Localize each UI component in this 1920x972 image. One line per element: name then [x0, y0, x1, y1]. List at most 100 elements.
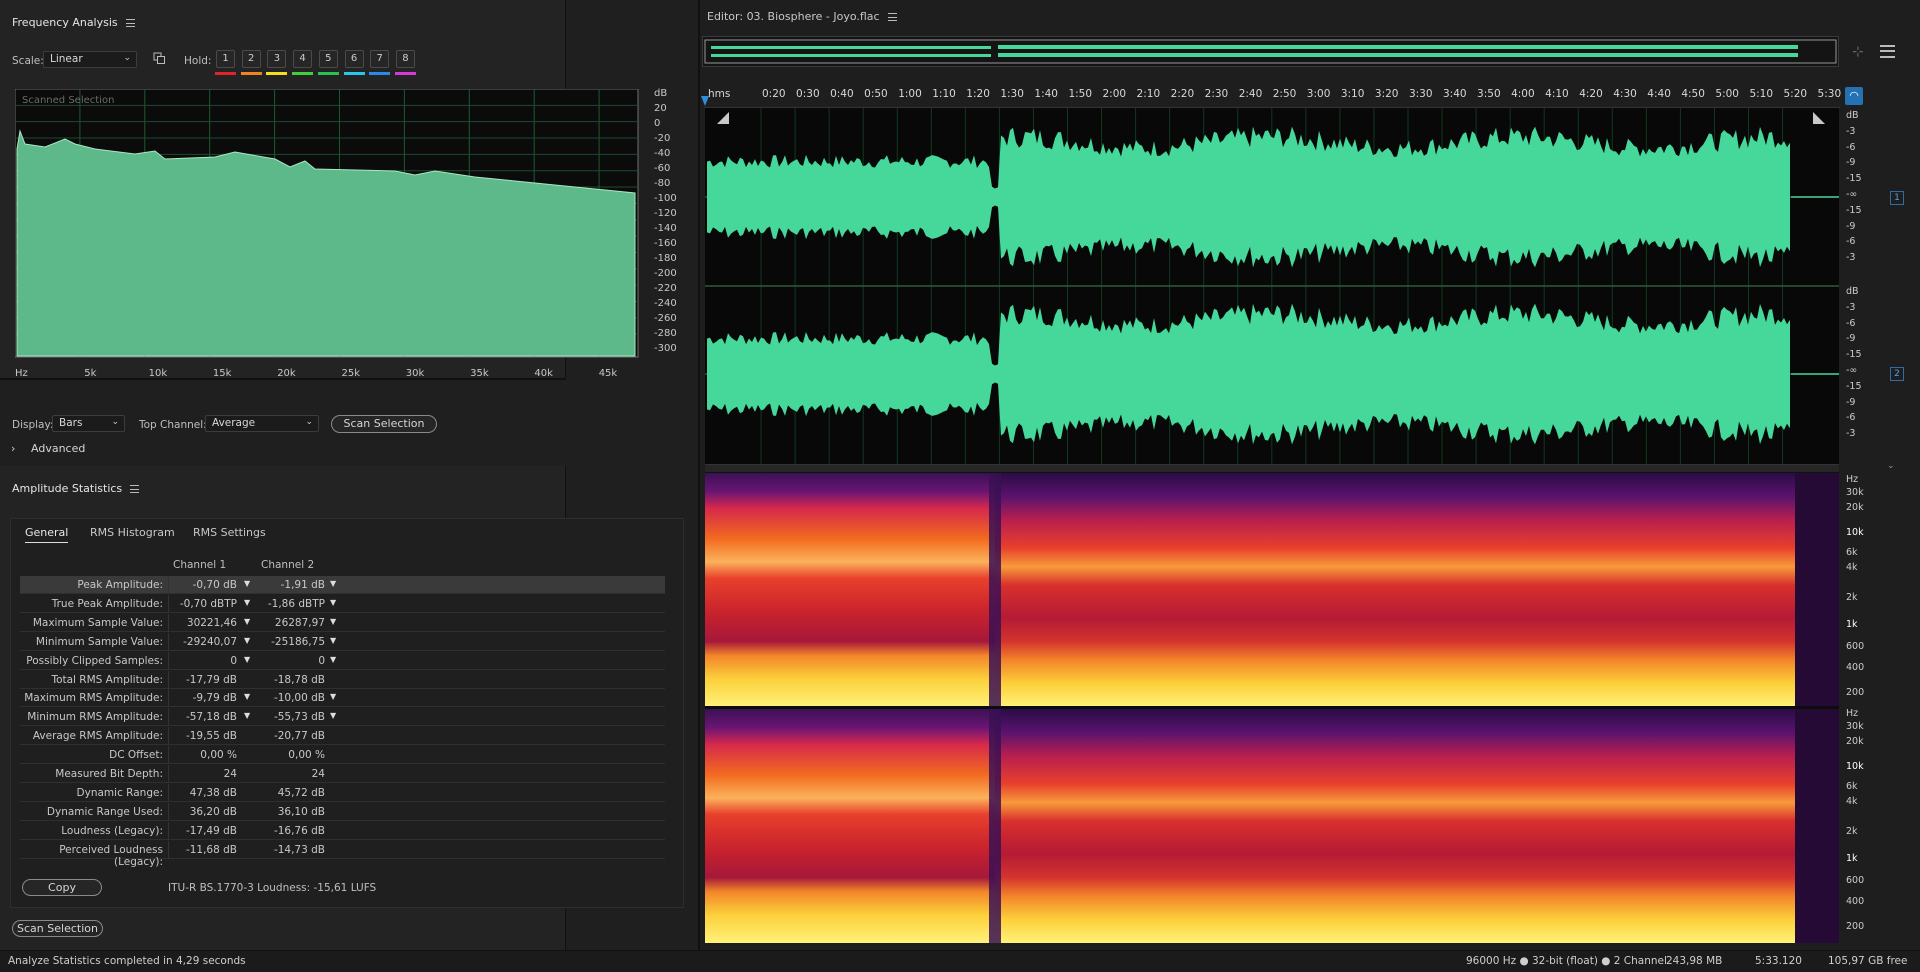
overlay-icon[interactable]: [153, 52, 166, 65]
db-scale-label: dB: [1846, 286, 1859, 297]
row-label: Possibly Clipped Samples:: [26, 654, 163, 667]
hold-label: Hold:: [184, 55, 212, 67]
view-divider-handle[interactable]: [705, 464, 1839, 473]
ruler-tick-label: 0:30: [796, 88, 820, 100]
goto-marker-icon[interactable]: ▼: [330, 579, 336, 588]
copy-button[interactable]: Copy: [22, 879, 102, 896]
hz-tick: 10k: [148, 368, 168, 379]
goto-marker-icon[interactable]: ▼: [244, 598, 250, 607]
display-label: Display:: [12, 419, 54, 431]
ruler-tick-label: 2:30: [1204, 88, 1229, 100]
channel-2-badge[interactable]: 2: [1890, 367, 1904, 381]
row-label: Perceived Loudness (Legacy):: [59, 843, 163, 868]
channel-2-value: 45,72 dB: [277, 786, 325, 799]
channel-1-value: -11,68 dB: [185, 843, 237, 856]
zoom-icon[interactable]: ⊹: [1852, 44, 1864, 60]
goto-marker-icon[interactable]: ▼: [330, 692, 336, 701]
channel-1-value: 47,38 dB: [189, 786, 237, 799]
display-value: Bars: [59, 417, 83, 429]
row-label: Loudness (Legacy):: [61, 824, 163, 837]
hold-button-8[interactable]: 8: [395, 50, 415, 68]
display-dropdown[interactable]: Bars ⌄: [52, 415, 125, 432]
panel-menu-icon[interactable]: [130, 484, 140, 493]
scale-dropdown[interactable]: Linear ⌄: [43, 51, 137, 68]
hold-button-5[interactable]: 5: [318, 50, 338, 68]
row-label: Measured Bit Depth:: [55, 768, 163, 780]
db-scale-label: -6: [1846, 141, 1856, 153]
goto-marker-icon[interactable]: ▼: [244, 617, 250, 626]
goto-marker-icon[interactable]: ▼: [244, 636, 250, 645]
channel-2-value: -18,78 dB: [273, 673, 325, 686]
db-tick: dB: [654, 88, 668, 99]
hold-button-7[interactable]: 7: [370, 50, 390, 68]
goto-marker-icon[interactable]: ▼: [330, 598, 336, 607]
editor-header: Editor: 03. Biosphere - Joyo.flac: [707, 10, 897, 23]
goto-marker-icon[interactable]: ▼: [330, 636, 336, 645]
scan-selection-button[interactable]: Scan Selection: [331, 415, 437, 433]
headphones-icon[interactable]: ◠: [1845, 87, 1863, 105]
channel-1-value: -0,70 dBTP: [179, 597, 237, 610]
hz-scale-label: 2k: [1846, 592, 1858, 603]
channel-1-badge[interactable]: 1: [1890, 191, 1904, 205]
row-label: True Peak Amplitude:: [51, 597, 163, 610]
hz-scale-label: 400: [1846, 662, 1865, 673]
db-tick: -200: [654, 268, 677, 279]
goto-marker-icon[interactable]: ▼: [330, 617, 336, 626]
hold-button-2[interactable]: 2: [241, 50, 261, 68]
tab-rms-histogram[interactable]: RMS Histogram: [90, 526, 175, 539]
collapse-icon[interactable]: ⌄: [1887, 461, 1895, 471]
db-scale-label: -15: [1846, 204, 1862, 216]
db-tick: -80: [654, 178, 671, 189]
channel-2-value: 26287,97: [274, 616, 325, 629]
ruler-tick-label: 5:20: [1783, 88, 1808, 100]
panel-title: Amplitude Statistics: [12, 482, 123, 495]
db-scale-label: -15: [1846, 380, 1862, 392]
waveform-area[interactable]: [705, 108, 1839, 464]
chevron-right-icon[interactable]: ›: [11, 442, 15, 455]
goto-marker-icon[interactable]: ▼: [244, 655, 250, 664]
channel-1-value: -57,18 dB: [185, 711, 237, 724]
ruler-tick-label: 2:00: [1102, 88, 1127, 100]
hold-button-3[interactable]: 3: [267, 50, 287, 68]
ruler-tick-label: 3:10: [1340, 88, 1365, 100]
ruler-tick-label: 0:20: [762, 88, 786, 100]
goto-marker-icon[interactable]: ▼: [244, 692, 250, 701]
hold-button-1[interactable]: 1: [216, 50, 235, 68]
row-label: Maximum Sample Value:: [32, 616, 163, 629]
top-channel-dropdown[interactable]: Average ⌄: [205, 415, 319, 432]
status-duration: 5:33.120: [1755, 955, 1802, 967]
db-scale-label: -3: [1846, 252, 1856, 264]
hold-color-1: [215, 72, 236, 75]
channel-1-value: 36,20 dB: [189, 805, 237, 818]
overview-bar[interactable]: [702, 36, 1839, 67]
lufs-readout: ITU-R BS.1770-3 Loudness: -15,61 LUFS: [168, 882, 377, 894]
panel-menu-icon[interactable]: [125, 18, 135, 27]
hz-tick: 5k: [84, 368, 97, 379]
hold-button-6[interactable]: 6: [344, 50, 364, 68]
advanced-toggle[interactable]: Advanced: [31, 442, 85, 455]
spectral-display[interactable]: [705, 473, 1839, 943]
hz-scale-label: 4k: [1846, 796, 1858, 807]
list-view-icon[interactable]: [1880, 45, 1895, 58]
channel-2-value: -55,73 dB: [273, 711, 325, 724]
goto-marker-icon[interactable]: ▼: [244, 711, 250, 720]
ruler-tick-label: 2:50: [1272, 88, 1297, 100]
goto-marker-icon[interactable]: ▼: [330, 655, 336, 664]
ruler-tick-label: hms: [708, 88, 731, 100]
amp-scan-selection-button[interactable]: Scan Selection: [12, 920, 103, 937]
hz-scale-label: 200: [1846, 687, 1865, 698]
hold-color-8: [394, 72, 416, 75]
hold-button-4[interactable]: 4: [293, 50, 313, 68]
goto-marker-icon[interactable]: ▼: [244, 579, 250, 588]
panel-menu-icon[interactable]: [887, 12, 897, 21]
ruler-tick-label: 5:00: [1715, 88, 1739, 100]
goto-marker-icon[interactable]: ▼: [330, 711, 336, 720]
tab-rms-settings[interactable]: RMS Settings: [193, 526, 266, 539]
spectrum-graph: Scanned Selection: [15, 89, 639, 358]
tab-general[interactable]: General: [25, 526, 69, 543]
panel-title: Frequency Analysis: [12, 16, 118, 29]
hz-scale-label: 6k: [1846, 547, 1858, 558]
hz-scale-label: 2k: [1846, 826, 1858, 837]
channel-2-value: -25186,75: [271, 635, 325, 648]
db-scale-label: -9: [1846, 157, 1856, 169]
